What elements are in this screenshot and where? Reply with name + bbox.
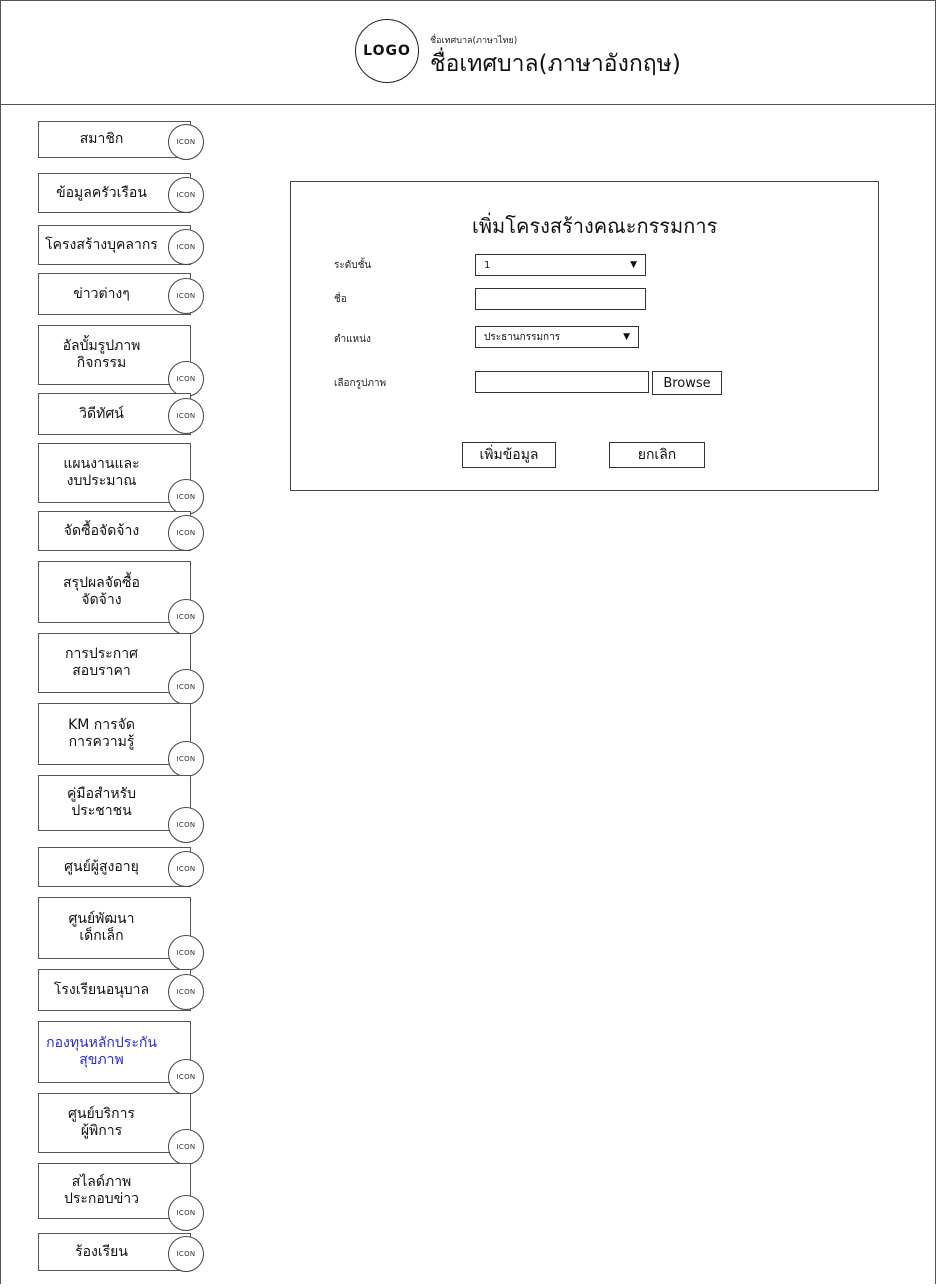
- sidebar-nav: สมาชิก ICON ข้อมูลครัวเรือน ICON โครงสร้างบุ…: [0, 0, 260, 1288]
- name-label: ชื่อ: [334, 294, 347, 305]
- menu-icon[interactable]: ICON: [168, 851, 204, 887]
- menu-icon[interactable]: ICON: [168, 123, 204, 160]
- site-logo[interactable]: LOGO: [355, 19, 419, 83]
- sidebar-item-label: โรงเรียนอนุบาล: [53, 981, 150, 998]
- sidebar-item-label: ข้อมูลครัวเรือน: [56, 184, 147, 201]
- add-committee-form: เพิ่มโครงสร้างคณะกรรมการ ระดับชั้น 1 ▼ ช…: [290, 181, 879, 491]
- sidebar-item-label: อัลบั้มรูปภาพ: [62, 338, 141, 354]
- sidebar-item-label: ผู้พิการ: [80, 1123, 123, 1139]
- image-label: เลือกรูปภาพ: [334, 378, 387, 389]
- menu-icon[interactable]: ICON: [168, 398, 204, 434]
- site-name-thai: ชื่อเทศบาล(ภาษาไทย): [430, 36, 518, 46]
- form-title: เพิ่มโครงสร้างคณะกรรมการ: [472, 214, 718, 238]
- sidebar-item-label: คู่มือสำหรับ: [66, 786, 137, 802]
- sidebar-item-label: สไลด์ภาพ: [71, 1174, 132, 1190]
- menu-icon[interactable]: ICON: [168, 669, 204, 705]
- sidebar-item-label: การประกาศ: [64, 646, 138, 662]
- chevron-down-icon: ▼: [630, 260, 637, 270]
- sidebar-item-label: ข่าวต่างๆ: [73, 285, 130, 302]
- position-label: ตำแหน่ง: [334, 334, 371, 345]
- sidebar-item-label: แผนงานและ: [63, 456, 140, 472]
- sidebar-item-label: ร้องเรียน: [75, 1243, 128, 1260]
- sidebar-item-label: กองทุนหลักประกัน: [46, 1035, 157, 1051]
- sidebar-item-label: KM การจัด: [68, 717, 135, 733]
- sidebar-item-label: ศูนย์พัฒนา: [68, 911, 135, 927]
- position-select[interactable]: ประธานกรรมการ ▼: [475, 326, 639, 348]
- sidebar-item-label: สรุปผลจัดซื้อ: [63, 575, 140, 591]
- position-select-value: ประธานกรรมการ: [484, 331, 561, 343]
- menu-icon[interactable]: ICON: [168, 479, 204, 515]
- menu-icon[interactable]: ICON: [168, 1059, 204, 1095]
- logo-text: LOGO: [363, 43, 411, 59]
- menu-icon[interactable]: ICON: [168, 515, 204, 551]
- menu-icon[interactable]: ICON: [168, 229, 204, 265]
- name-input[interactable]: [475, 288, 646, 310]
- image-path-input[interactable]: [475, 371, 649, 393]
- sidebar-item-label: ประชาชน: [71, 803, 132, 819]
- sidebar-item-label: วิดีทัศน์: [79, 405, 124, 422]
- sidebar-item-label: สุขภาพ: [79, 1052, 124, 1068]
- menu-icon[interactable]: ICON: [168, 177, 204, 213]
- sidebar-item-label: โครงสร้างบุคลากร: [45, 236, 158, 253]
- sidebar-item-label: เด็กเล็ก: [79, 928, 124, 944]
- sidebar-item-label: ประกอบข่าว: [64, 1191, 139, 1207]
- menu-icon[interactable]: ICON: [168, 935, 204, 971]
- sidebar-item-label: ศูนย์ผู้สูงอายุ: [64, 858, 139, 875]
- menu-icon[interactable]: ICON: [168, 1129, 204, 1165]
- cancel-button[interactable]: ยกเลิก: [609, 442, 705, 468]
- menu-icon[interactable]: ICON: [168, 1236, 204, 1272]
- sidebar-item-label: สอบราคา: [72, 663, 131, 679]
- menu-icon[interactable]: ICON: [168, 974, 204, 1010]
- level-select-value: 1: [484, 259, 491, 271]
- sidebar-item-label: จัดจ้าง: [81, 592, 122, 608]
- sidebar-item-label: การความรู้: [68, 734, 135, 750]
- sidebar-item-label: จัดซื้อจัดจ้าง: [63, 522, 140, 539]
- menu-icon[interactable]: ICON: [168, 807, 204, 843]
- chevron-down-icon: ▼: [623, 332, 630, 342]
- menu-icon[interactable]: ICON: [168, 1195, 204, 1231]
- menu-icon[interactable]: ICON: [168, 278, 204, 314]
- level-label: ระดับชั้น: [334, 260, 372, 271]
- level-select[interactable]: 1 ▼: [475, 254, 646, 276]
- browse-button[interactable]: Browse: [652, 371, 722, 395]
- menu-icon[interactable]: ICON: [168, 361, 204, 397]
- sidebar-item-label: สมาชิก: [79, 131, 124, 147]
- sidebar-item-label: ศูนย์บริการ: [68, 1106, 135, 1122]
- menu-icon[interactable]: ICON: [168, 741, 204, 777]
- add-data-button[interactable]: เพิ่มข้อมูล: [462, 442, 556, 468]
- sidebar-item-label: กิจกรรม: [76, 355, 127, 371]
- sidebar-item-label: งบประมาณ: [66, 473, 137, 489]
- menu-icon[interactable]: ICON: [168, 599, 204, 635]
- site-name-english: ชื่อเทศบาล(ภาษาอังกฤษ): [430, 51, 681, 77]
